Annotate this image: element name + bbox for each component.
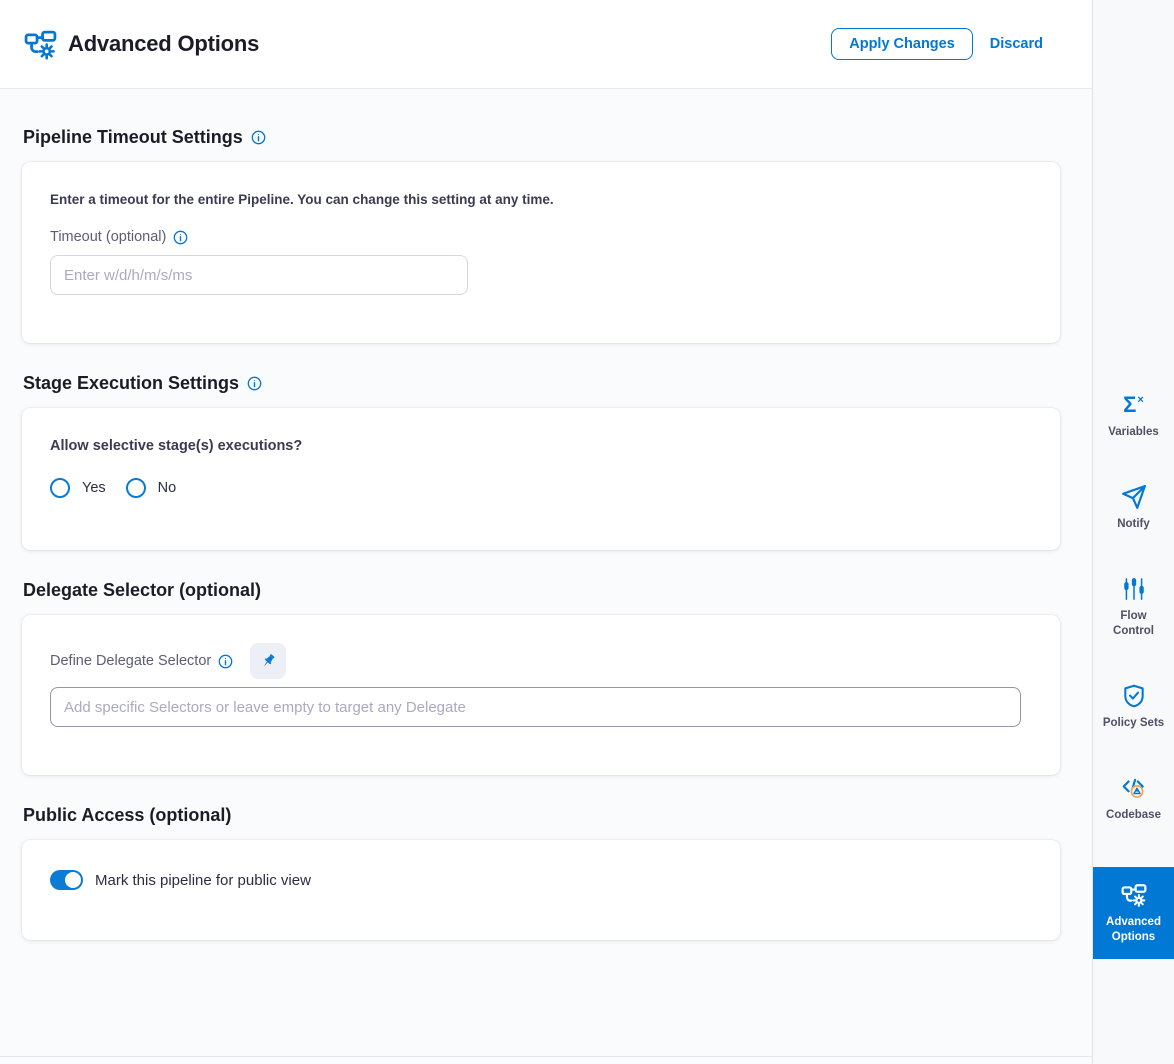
sidebar-item-policy-sets[interactable]: Policy Sets — [1093, 683, 1174, 731]
main-panel: Advanced Options Apply Changes Discard P… — [0, 0, 1092, 1064]
radio-label: No — [158, 480, 177, 496]
sidebar-item-label: Variables — [1108, 425, 1159, 440]
sidebar-item-variables[interactable]: Σ × Variables — [1093, 392, 1174, 440]
radio-option-no[interactable]: No — [126, 478, 177, 498]
sigma-x-icon: Σ × — [1121, 392, 1147, 418]
shield-check-icon — [1121, 683, 1147, 709]
sidebar-item-label: Policy Sets — [1103, 716, 1164, 731]
discard-button[interactable]: Discard — [990, 36, 1043, 52]
public-access-toggle-row: Mark this pipeline for public view — [50, 870, 1032, 890]
delegate-label-text: Define Delegate Selector — [50, 653, 211, 669]
pipeline-gear-icon — [1121, 882, 1147, 908]
timeout-input[interactable] — [50, 255, 468, 295]
pipeline-settings-rail: Σ × Variables Notify — [1092, 0, 1174, 1064]
timeout-section-heading: Pipeline Timeout Settings — [23, 127, 1060, 148]
selective-execution-radio-group: Yes No — [50, 478, 1032, 498]
sigma-glyph: Σ — [1123, 394, 1136, 416]
timeout-label-text: Timeout (optional) — [50, 229, 166, 245]
public-view-toggle[interactable] — [50, 870, 83, 890]
selective-execution-question: Allow selective stage(s) executions? — [50, 438, 1032, 454]
sidebar-item-flow-control[interactable]: Flow Control — [1093, 576, 1174, 639]
info-icon[interactable] — [247, 376, 262, 391]
panel-header: Advanced Options Apply Changes Discard — [0, 0, 1092, 89]
timeout-heading-text: Pipeline Timeout Settings — [23, 127, 243, 148]
delegate-label-row: Define Delegate Selector — [50, 643, 1032, 679]
info-icon[interactable] — [251, 130, 266, 145]
pipeline-gear-icon — [24, 28, 57, 61]
delegate-selector-input[interactable] — [50, 687, 1021, 727]
code-warning-icon — [1121, 775, 1147, 801]
panel-content: Pipeline Timeout Settings Enter a timeou… — [0, 89, 1092, 940]
sidebar-item-label: Codebase — [1106, 808, 1161, 823]
timeout-card: Enter a timeout for the entire Pipeline.… — [22, 162, 1060, 343]
sidebar-item-notify[interactable]: Notify — [1093, 484, 1174, 532]
public-access-section-heading: Public Access (optional) — [23, 805, 1060, 826]
timeout-description: Enter a timeout for the entire Pipeline.… — [50, 192, 1032, 207]
radio-circle-icon[interactable] — [50, 478, 70, 498]
stage-execution-card: Allow selective stage(s) executions? Yes… — [22, 408, 1060, 550]
stage-execution-section-heading: Stage Execution Settings — [23, 373, 1060, 394]
paper-plane-icon — [1121, 484, 1147, 510]
sigma-superscript: × — [1137, 395, 1143, 406]
radio-label: Yes — [82, 480, 106, 496]
public-access-heading-text: Public Access (optional) — [23, 805, 231, 826]
delegate-field-label: Define Delegate Selector — [50, 653, 233, 669]
advanced-options-panel: Advanced Options Apply Changes Discard P… — [0, 0, 1174, 1064]
info-icon[interactable] — [218, 654, 233, 669]
toggle-knob — [65, 872, 81, 888]
radio-circle-icon[interactable] — [126, 478, 146, 498]
public-access-card: Mark this pipeline for public view — [22, 840, 1060, 940]
radio-option-yes[interactable]: Yes — [50, 478, 106, 498]
sidebar-item-label: Notify — [1117, 517, 1150, 532]
sidebar-item-label: Flow Control — [1101, 609, 1167, 639]
timeout-field-label: Timeout (optional) — [50, 229, 1032, 245]
info-icon[interactable] — [173, 230, 188, 245]
public-view-toggle-label: Mark this pipeline for public view — [95, 872, 311, 889]
delegate-card: Define Delegate Selector — [22, 615, 1060, 775]
page-title: Advanced Options — [68, 31, 259, 57]
pin-button[interactable] — [250, 643, 286, 679]
delegate-section-heading: Delegate Selector (optional) — [23, 580, 1060, 601]
delegate-heading-text: Delegate Selector (optional) — [23, 580, 261, 601]
sidebar-item-advanced-options[interactable]: Advanced Options — [1093, 867, 1174, 959]
pushpin-icon — [259, 652, 278, 671]
sidebar-item-codebase[interactable]: Codebase — [1093, 775, 1174, 823]
apply-changes-button[interactable]: Apply Changes — [831, 28, 973, 60]
flow-control-sliders-icon — [1121, 576, 1147, 602]
stage-execution-heading-text: Stage Execution Settings — [23, 373, 239, 394]
sidebar-item-label: Advanced Options — [1101, 915, 1167, 945]
panel-bottom-divider — [0, 1056, 1092, 1057]
